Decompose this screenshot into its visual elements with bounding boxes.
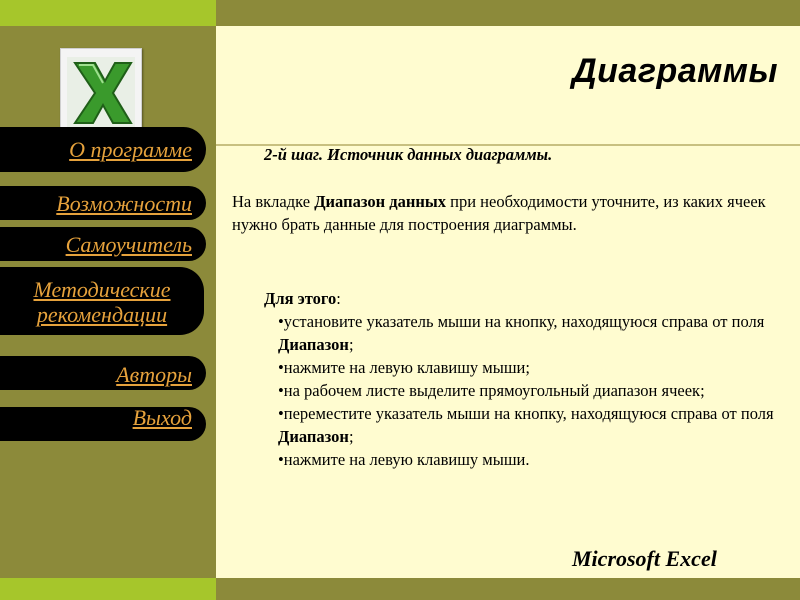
- bottom-olive-bar: [216, 578, 800, 600]
- for-this-bold: Для этого: [264, 289, 337, 308]
- list-item: •на рабочем листе выделите прямоугольный…: [278, 379, 788, 402]
- list-item-text: •нажмите на левую клавишу мыши;: [278, 358, 530, 377]
- nav-exit-button[interactable]: Выход: [0, 407, 206, 441]
- for-this-label: Для этого:: [264, 287, 341, 310]
- para-bold-term: Диапазон данных: [314, 192, 446, 211]
- bottom-accent-bar: [0, 578, 216, 600]
- instruction-list: •установите указатель мыши на кнопку, на…: [278, 310, 788, 471]
- footer-brand: Microsoft Excel: [572, 546, 717, 571]
- list-item-suffix: ;: [348, 335, 354, 354]
- nav-methodical-line2: рекомендации: [36, 302, 168, 327]
- top-accent-bar: [0, 0, 216, 26]
- top-olive-bar: [216, 0, 800, 26]
- page-title: Диаграммы: [572, 52, 778, 90]
- list-item: •нажмите на левую клавишу мыши.: [278, 448, 788, 471]
- list-item: •переместите указатель мыши на кнопку, н…: [278, 402, 788, 448]
- nav-methodical-button[interactable]: Методические рекомендации: [0, 267, 204, 335]
- list-item-bold: Диапазон: [278, 335, 349, 354]
- step-heading: 2-й шаг. Источник данных диаграммы.: [264, 145, 553, 164]
- nav-tutorial-button[interactable]: Самоучитель: [0, 227, 206, 261]
- sidebar: О программе Возможности Самоучитель Мето…: [0, 26, 216, 578]
- list-item-text: •переместите указатель мыши на кнопку, н…: [278, 404, 774, 423]
- para-text-pre: На вкладке: [232, 192, 315, 211]
- list-item-bold: Диапазон: [278, 427, 349, 446]
- list-item: •нажмите на левую клавишу мыши;: [278, 356, 788, 379]
- list-item-text: •на рабочем листе выделите прямоугольный…: [278, 381, 705, 400]
- excel-logo-icon: [60, 48, 142, 136]
- nav-features-button[interactable]: Возможности: [0, 186, 206, 220]
- nav-authors-button[interactable]: Авторы: [0, 356, 206, 390]
- for-this-colon: :: [336, 289, 341, 308]
- list-item: •установите указатель мыши на кнопку, на…: [278, 310, 788, 356]
- list-item-suffix: ;: [348, 427, 354, 446]
- list-item-text: •установите указатель мыши на кнопку, на…: [278, 312, 765, 331]
- nav-about-button[interactable]: О программе: [0, 127, 206, 172]
- list-item-text: •нажмите на левую клавишу мыши.: [278, 450, 530, 469]
- nav-methodical-line1: Методические: [33, 277, 171, 302]
- description-paragraph: На вкладке Диапазон данных при необходим…: [232, 190, 782, 236]
